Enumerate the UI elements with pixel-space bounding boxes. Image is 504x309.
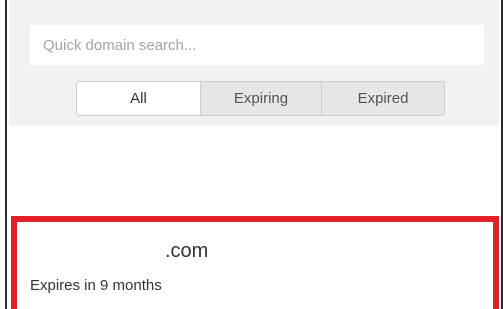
tab-all[interactable]: All [76,81,201,116]
domain-name: .com [165,240,209,262]
filter-tabs: All Expiring Expired [76,81,445,116]
domain-search-input[interactable] [30,25,484,65]
tab-expired[interactable]: Expired [321,81,445,116]
tab-expiring[interactable]: Expiring [200,81,322,116]
domain-list-panel: All Expiring Expired .com Expires in 9 m… [9,0,499,309]
domain-expiry-status: Expires in 9 months [30,277,162,294]
search-filter-area: All Expiring Expired [9,0,499,126]
domain-list-item[interactable]: .com Expires in 9 months [11,216,499,309]
window-left-border [0,0,7,309]
